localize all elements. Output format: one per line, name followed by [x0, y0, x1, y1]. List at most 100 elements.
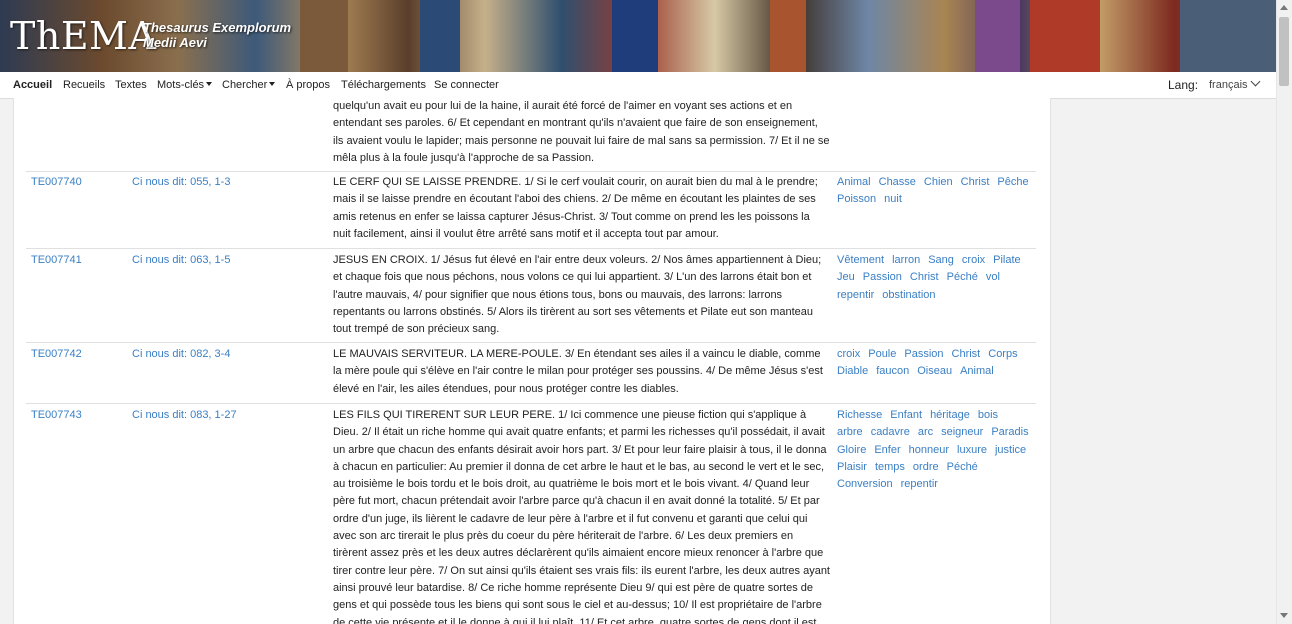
site-subtitle-line-2: Medii Aevi — [143, 35, 207, 50]
nav-accueil[interactable]: Accueil — [13, 79, 52, 91]
nav-textes[interactable]: Textes — [115, 79, 147, 91]
nav-mots-cles-label: Mots-clés — [157, 79, 205, 91]
keyword-link[interactable]: Poule — [868, 348, 896, 360]
keyword-link[interactable]: Gloire — [837, 444, 866, 456]
keyword-link[interactable]: luxure — [957, 444, 987, 456]
keyword-link[interactable]: Oiseau — [917, 365, 952, 377]
keyword-link[interactable]: cadavre — [871, 426, 910, 438]
banner-illumination — [770, 0, 806, 72]
keyword-link[interactable]: arc — [918, 426, 933, 438]
keyword-link[interactable]: Chasse — [879, 176, 916, 188]
table-row: TE007741 Ci nous dit: 063, 1-5 JESUS EN … — [26, 249, 1036, 343]
banner-illumination — [612, 0, 658, 72]
table-row: quelqu'un avait eu pour lui de la haine,… — [26, 98, 1036, 172]
site-logo[interactable]: ThEMA — [10, 14, 156, 58]
text-id-link[interactable]: TE007743 — [31, 407, 82, 424]
keyword-link[interactable]: arbre — [837, 426, 863, 438]
keyword-link[interactable]: Vêtement — [837, 254, 884, 266]
text-id-link[interactable]: TE007740 — [31, 174, 82, 191]
nav-recueils[interactable]: Recueils — [63, 79, 105, 91]
keyword-link[interactable]: Passion — [863, 271, 902, 283]
keyword-link[interactable]: Pêche — [997, 176, 1028, 188]
scroll-up-arrow-icon[interactable] — [1280, 5, 1288, 10]
keyword-link[interactable]: nuit — [884, 193, 902, 205]
keyword-link[interactable]: justice — [995, 444, 1026, 456]
keyword-link[interactable]: ordre — [913, 461, 939, 473]
keyword-link[interactable]: Christ — [961, 176, 990, 188]
keyword-link[interactable]: honneur — [909, 444, 949, 456]
keyword-link[interactable]: Pilate — [993, 254, 1021, 266]
banner-illumination — [420, 0, 460, 72]
text-cell: LE CERF QUI SE LAISSE PRENDRE. 1/ Si le … — [333, 176, 818, 240]
keyword-link[interactable]: Richesse — [837, 409, 882, 421]
chevron-down-icon[interactable] — [1250, 76, 1261, 87]
text-cell: JESUS EN CROIX. 1/ Jésus fut élevé en l'… — [333, 254, 822, 336]
caret-down-icon — [206, 82, 213, 86]
keyword-link[interactable]: croix — [962, 254, 985, 266]
recueil-link[interactable]: Ci nous dit: 055, 1-3 — [132, 174, 230, 191]
keyword-link[interactable]: Péché — [947, 271, 978, 283]
keywords-cell: croix Poule Passion Christ Corps Diable faucon… — [837, 346, 1033, 381]
nav-se-connecter[interactable]: Se connecter — [434, 79, 499, 91]
recueil-link[interactable]: Ci nous dit: 083, 1-27 — [132, 407, 237, 424]
keyword-link[interactable]: Jeu — [837, 271, 855, 283]
keyword-link[interactable]: Paradis — [991, 426, 1028, 438]
main-nav: Accueil Recueils Textes Mots-clés Cherch… — [0, 72, 1276, 99]
keyword-link[interactable]: larron — [892, 254, 920, 266]
keyword-link[interactable]: seigneur — [941, 426, 983, 438]
keyword-link[interactable]: Péché — [947, 461, 978, 473]
page-scrollbar[interactable] — [1276, 0, 1292, 624]
keyword-link[interactable]: héritage — [930, 409, 970, 421]
recueil-link[interactable]: Ci nous dit: 082, 3-4 — [132, 346, 230, 363]
caret-down-icon — [269, 82, 276, 86]
keyword-link[interactable]: faucon — [876, 365, 909, 377]
text-cell: LES FILS QUI TIRERENT SUR LEUR PERE. 1/ … — [333, 409, 830, 624]
nav-chercher-label: Chercher — [222, 79, 268, 91]
banner-illumination — [300, 0, 348, 72]
banner-illumination — [1180, 0, 1276, 72]
header-banner: ThEMA Thesaurus Exemplorum Medii Aevi — [0, 0, 1276, 72]
keyword-link[interactable]: Christ — [910, 271, 939, 283]
keyword-link[interactable]: Corps — [988, 348, 1017, 360]
nav-telechargements[interactable]: Téléchargements — [341, 79, 426, 91]
keyword-link[interactable]: Conversion — [837, 478, 893, 490]
keyword-link[interactable]: Diable — [837, 365, 868, 377]
keyword-link[interactable]: Sang — [928, 254, 954, 266]
keyword-link[interactable]: vol — [986, 271, 1000, 283]
table-row: TE007742 Ci nous dit: 082, 3-4 LE MAUVAI… — [26, 343, 1036, 404]
site-subtitle: Thesaurus Exemplorum Medii Aevi — [143, 20, 291, 50]
nav-a-propos[interactable]: À propos — [286, 79, 330, 91]
keyword-link[interactable]: repentir — [837, 289, 874, 301]
nav-chercher[interactable]: Chercher — [222, 79, 276, 91]
keywords-cell: Vêtement larron Sang croix Pilate Jeu Passion C… — [837, 252, 1033, 304]
text-cell: LE MAUVAIS SERVITEUR. LA MERE-POULE. 3/ … — [333, 348, 823, 395]
text-id-link[interactable]: TE007741 — [31, 252, 82, 269]
keyword-link[interactable]: temps — [875, 461, 905, 473]
text-id-link[interactable]: TE007742 — [31, 346, 82, 363]
lang-label: Lang: — [1168, 78, 1199, 92]
recueil-link[interactable]: Ci nous dit: 063, 1-5 — [132, 252, 230, 269]
keyword-link[interactable]: Enfer — [874, 444, 900, 456]
lang-select[interactable]: français — [1209, 79, 1248, 91]
keyword-link[interactable]: repentir — [901, 478, 938, 490]
keyword-link[interactable]: obstination — [882, 289, 935, 301]
banner-illumination — [975, 0, 1020, 72]
keyword-link[interactable]: Christ — [952, 348, 981, 360]
keyword-link[interactable]: croix — [837, 348, 860, 360]
results-panel: quelqu'un avait eu pour lui de la haine,… — [13, 98, 1051, 624]
scrollbar-thumb[interactable] — [1279, 17, 1289, 86]
keyword-link[interactable]: Plaisir — [837, 461, 867, 473]
keyword-link[interactable]: Enfant — [890, 409, 922, 421]
table-row: TE007740 Ci nous dit: 055, 1-3 LE CERF Q… — [26, 172, 1036, 249]
text-cell: quelqu'un avait eu pour lui de la haine,… — [333, 100, 830, 164]
banner-illumination — [1030, 0, 1100, 72]
keyword-link[interactable]: bois — [978, 409, 998, 421]
keyword-link[interactable]: Chien — [924, 176, 953, 188]
nav-mots-cles[interactable]: Mots-clés — [157, 79, 213, 91]
keyword-link[interactable]: Animal — [837, 176, 871, 188]
keyword-link[interactable]: Passion — [904, 348, 943, 360]
keyword-link[interactable]: Poisson — [837, 193, 876, 205]
scroll-down-arrow-icon[interactable] — [1280, 613, 1288, 618]
keyword-link[interactable]: Animal — [960, 365, 994, 377]
keywords-cell: Richesse Enfant héritage bois arbre cadavre ar… — [837, 407, 1033, 493]
